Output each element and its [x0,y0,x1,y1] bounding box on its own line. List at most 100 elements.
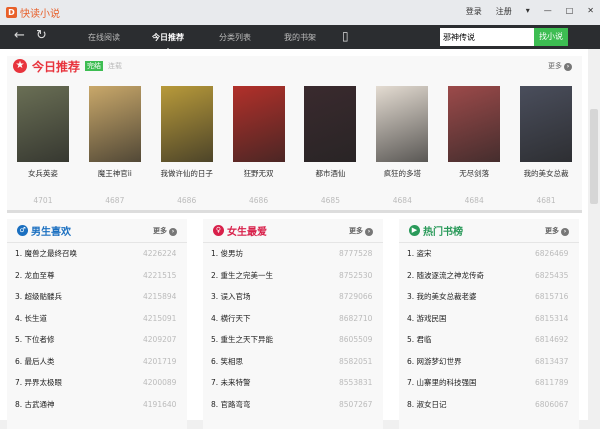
item-title[interactable]: 4. 横行天下 [211,313,251,324]
book-cover[interactable] [160,86,213,162]
book-cover[interactable] [520,86,573,162]
book-cover[interactable] [304,86,357,162]
tab-today-recommend[interactable]: 今日推荐 [152,32,184,51]
list-item[interactable]: 8. 官路弯弯 8507267 [203,394,383,416]
book-title[interactable]: 魔王神官ii [79,168,151,179]
list-item[interactable]: 2. 龙血至尊 4221515 [7,265,187,287]
book-card[interactable]: 我的美女总裁 4681 [510,86,582,205]
register-link[interactable]: 注册 [496,6,512,17]
item-title[interactable]: 7. 未来特警 [211,377,251,388]
book-card[interactable]: 女兵英姿 4701 [7,86,79,205]
item-count: 6806067 [535,399,569,409]
item-title[interactable]: 8. 官路弯弯 [211,399,251,410]
item-title[interactable]: 5. 君临 [407,334,432,345]
item-title[interactable]: 1. 盗宋 [407,248,432,259]
list-item[interactable]: 4. 长生道 4215091 [7,308,187,330]
list-item[interactable]: 7. 异界太极眼 4200089 [7,372,187,394]
list-item[interactable]: 5. 下位者修 4209207 [7,329,187,351]
phone-icon[interactable]: ▯ [342,29,349,43]
tab-completed[interactable]: 完结 [85,61,104,71]
tab-online-reading[interactable]: 在线阅读 [88,32,120,43]
back-icon[interactable]: ← [14,28,25,43]
minimize-icon[interactable]: — [544,6,552,17]
more-link[interactable]: 更多 › [548,61,572,71]
book-card[interactable]: 都市酒仙 4685 [295,86,367,205]
book-title[interactable]: 都市酒仙 [295,168,367,179]
list-item[interactable]: 8. 淑女日记 6806067 [399,394,579,416]
list-item[interactable]: 1. 魔兽之最终召唤 4226224 [7,243,187,265]
book-cover[interactable] [16,86,69,162]
item-title[interactable]: 1. 俊男坊 [211,248,243,259]
list-item[interactable]: 5. 重生之天下异能 8605509 [203,329,383,351]
item-title[interactable]: 6. 网游梦幻世界 [407,356,462,367]
more-link[interactable]: 更多 › [153,226,177,236]
book-cover[interactable] [88,86,141,162]
book-title[interactable]: 我的美女总裁 [510,168,582,179]
list-item[interactable]: 2. 随波逐流之神龙传奇 6825435 [399,265,579,287]
book-card[interactable]: 无尽剑落 4684 [438,86,510,205]
book-cover[interactable] [376,86,429,162]
item-count: 4200089 [143,378,177,388]
main-content: ★ 今日推荐 完结 连载 更多 › 女兵英姿 4701 魔王神官ii 4687 我… [0,49,588,429]
item-title[interactable]: 1. 魔兽之最终召唤 [15,248,77,259]
book-card[interactable]: 我做许仙的日子 4686 [151,86,223,205]
list-item[interactable]: 8. 古武通神 4191640 [7,394,187,416]
list-item[interactable]: 4. 横行天下 8682710 [203,308,383,330]
list-item[interactable]: 6. 最后人类 4201719 [7,351,187,373]
item-title[interactable]: 3. 我的美女总裁老婆 [407,291,477,302]
list-item[interactable]: 2. 重生之完美一生 8752530 [203,265,383,287]
book-cover[interactable] [232,86,285,162]
refresh-icon[interactable]: ↻ [36,28,47,43]
item-title[interactable]: 7. 山寨里的科技强国 [407,377,477,388]
list-item[interactable]: 6. 网游梦幻世界 6813437 [399,351,579,373]
tab-my-bookshelf[interactable]: 我的书架 [284,32,316,43]
book-title[interactable]: 无尽剑落 [438,168,510,179]
item-title[interactable]: 8. 古武通神 [15,399,55,410]
item-title[interactable]: 5. 下位者修 [15,334,55,345]
search-button[interactable]: 找小说 [534,28,568,46]
book-title[interactable]: 我做许仙的日子 [151,168,223,179]
book-title[interactable]: 狂野无双 [223,168,295,179]
list-item[interactable]: 7. 山寨里的科技强国 6811789 [399,372,579,394]
item-count: 8553831 [339,378,373,388]
item-title[interactable]: 5. 重生之天下异能 [211,334,273,345]
tab-serializing[interactable]: 连载 [108,61,122,71]
item-title[interactable]: 8. 淑女日记 [407,399,447,410]
list-item[interactable]: 6. 笑相思 8582051 [203,351,383,373]
book-card[interactable]: 魔王神官ii 4687 [79,86,151,205]
list-item[interactable]: 1. 俊男坊 8777528 [203,243,383,265]
book-card[interactable]: 疯狂的多塔 4684 [366,86,438,205]
menu-icon[interactable]: ▾ [526,6,530,17]
book-title[interactable]: 疯狂的多塔 [366,168,438,179]
close-icon[interactable]: ✕ [587,6,594,17]
item-title[interactable]: 7. 异界太极眼 [15,377,62,388]
item-title[interactable]: 3. 超级骷髅兵 [15,291,62,302]
item-title[interactable]: 6. 笑相思 [211,356,243,367]
item-title[interactable]: 4. 长生道 [15,313,47,324]
item-title[interactable]: 3. 误入官场 [211,291,251,302]
scroll-thumb[interactable] [590,109,598,204]
maximize-icon[interactable]: □ [566,6,574,17]
item-title[interactable]: 4. 游戏民国 [407,313,447,324]
book-card[interactable]: 狂野无双 4686 [223,86,295,205]
book-cover[interactable] [448,86,501,162]
list-item[interactable]: 3. 我的美女总裁老婆 6815716 [399,286,579,308]
item-title[interactable]: 2. 龙血至尊 [15,270,55,281]
tab-category-list[interactable]: 分类列表 [219,32,251,43]
login-link[interactable]: 登录 [466,6,482,17]
scrollbar[interactable] [588,49,600,420]
item-title[interactable]: 6. 最后人类 [15,356,55,367]
list-item[interactable]: 3. 超级骷髅兵 4215894 [7,286,187,308]
item-count: 8582051 [339,356,373,366]
list-item[interactable]: 7. 未来特警 8553831 [203,372,383,394]
list-item[interactable]: 3. 误入官场 8729066 [203,286,383,308]
more-link[interactable]: 更多 › [349,226,373,236]
list-item[interactable]: 1. 盗宋 6826469 [399,243,579,265]
item-title[interactable]: 2. 随波逐流之神龙传奇 [407,270,484,281]
list-item[interactable]: 4. 游戏民国 6815314 [399,308,579,330]
book-title[interactable]: 女兵英姿 [7,168,79,179]
list-item[interactable]: 5. 君临 6814692 [399,329,579,351]
more-link[interactable]: 更多 › [545,226,569,236]
item-title[interactable]: 2. 重生之完美一生 [211,270,273,281]
search-input[interactable] [440,28,534,46]
